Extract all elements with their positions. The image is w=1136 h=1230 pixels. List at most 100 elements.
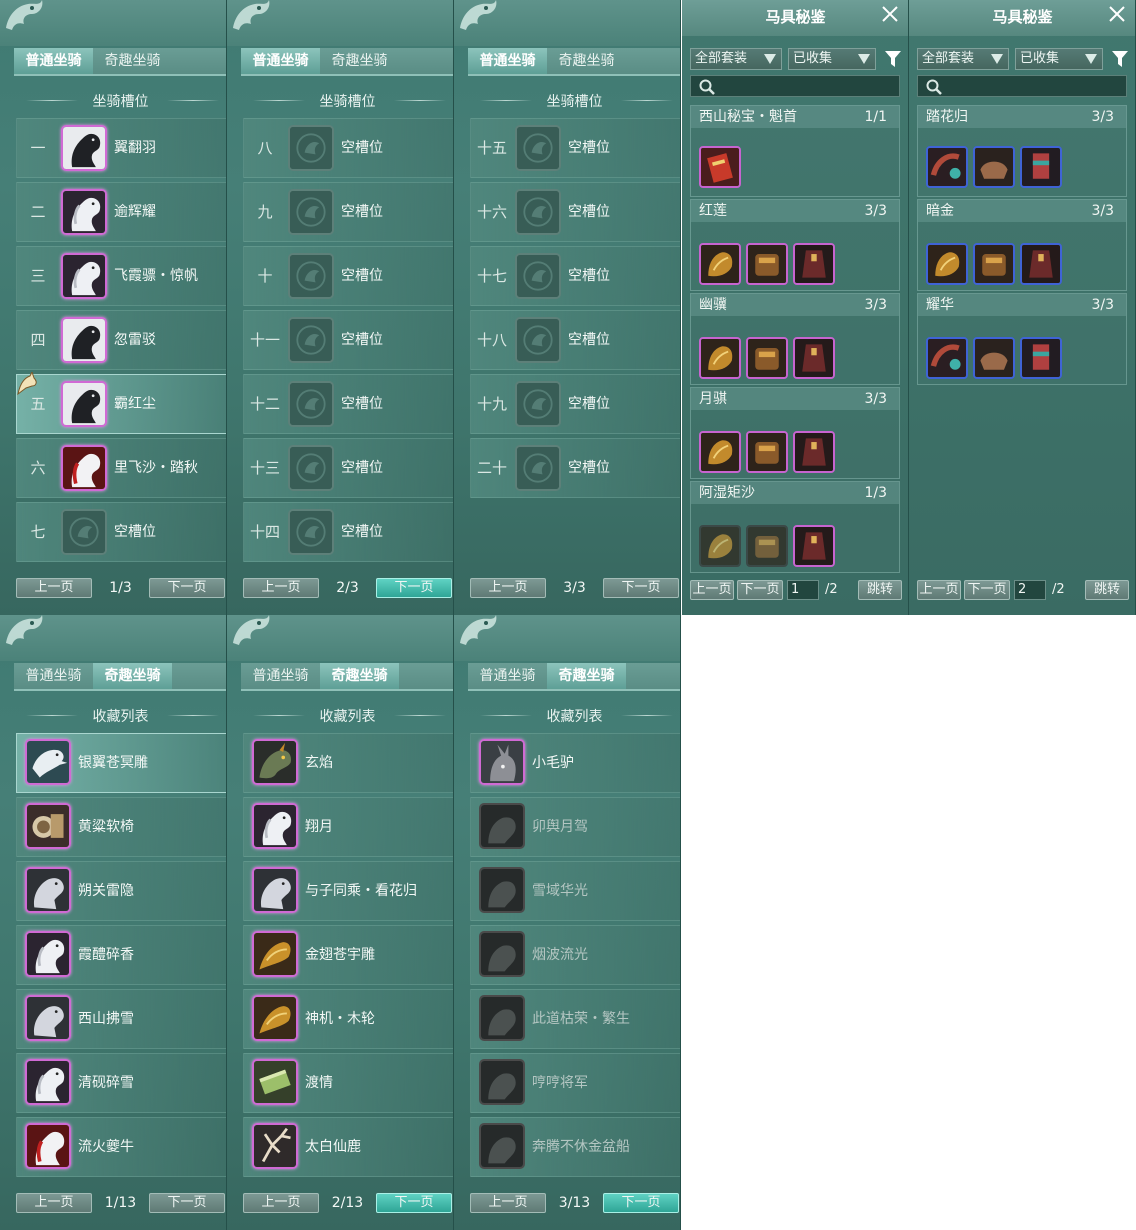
mount-slot-row[interactable]: 十二 空槽位 (243, 374, 453, 434)
jump-button[interactable]: 跳转 (1085, 580, 1129, 600)
collection-row[interactable]: 翔月 (243, 797, 453, 857)
collection-row[interactable]: 哼哼将军 (470, 1053, 680, 1113)
mount-slot-row[interactable]: 七 空槽位 (16, 502, 226, 562)
collection-row[interactable]: 清砚碎雪 (16, 1053, 226, 1113)
collection-row-selected[interactable]: 银翼苍冥雕 (16, 733, 226, 793)
close-icon[interactable] (1107, 4, 1127, 24)
next-page-button[interactable]: 下一页 (603, 578, 679, 598)
saddle-piece-icon[interactable] (699, 243, 741, 285)
mount-slot-row[interactable]: 九 空槽位 (243, 182, 453, 242)
page-number-input[interactable]: 2 (1014, 580, 1046, 600)
mount-slot-row[interactable]: 十七 空槽位 (470, 246, 680, 306)
mount-slot-row[interactable]: 十八 空槽位 (470, 310, 680, 370)
saddle-set-card[interactable]: 幽骥 3/3 (690, 293, 900, 385)
mount-slot-row[interactable]: 二 逾辉耀 (16, 182, 226, 242)
collected-filter-dropdown[interactable]: 已收集 (788, 48, 876, 70)
saddle-piece-icon[interactable] (699, 431, 741, 473)
collection-row[interactable]: 烟波流光 (470, 925, 680, 985)
next-page-button[interactable]: 下一页 (149, 1193, 225, 1213)
mount-slot-row[interactable]: 十九 空槽位 (470, 374, 680, 434)
mount-slot-row-selected[interactable]: 五 霸红尘 (16, 374, 226, 434)
tab-normal-mounts[interactable]: 普通坐骑 (241, 48, 320, 74)
mount-slot-row[interactable]: 十 空槽位 (243, 246, 453, 306)
collection-row[interactable]: 此道枯荣・繁生 (470, 989, 680, 1049)
prev-page-button[interactable]: 上一页 (16, 1193, 92, 1213)
jump-button[interactable]: 跳转 (858, 580, 902, 600)
tab-normal-mounts[interactable]: 普通坐骑 (14, 663, 93, 689)
tab-normal-mounts[interactable]: 普通坐骑 (468, 48, 547, 74)
search-input[interactable] (917, 75, 1127, 97)
collection-row[interactable]: 与子同乘・看花归 (243, 861, 453, 921)
tab-fun-mounts[interactable]: 奇趣坐骑 (320, 663, 399, 689)
prev-page-button[interactable]: 上一页 (470, 1193, 546, 1213)
tab-fun-mounts[interactable]: 奇趣坐骑 (547, 48, 626, 74)
saddle-piece-icon[interactable] (926, 337, 968, 379)
saddle-piece-icon[interactable] (746, 337, 788, 379)
tab-fun-mounts[interactable]: 奇趣坐骑 (547, 663, 626, 689)
tab-fun-mounts[interactable]: 奇趣坐骑 (93, 48, 172, 74)
collection-row[interactable]: 雪域华光 (470, 861, 680, 921)
next-page-button[interactable]: 下一页 (149, 578, 225, 598)
prev-page-button[interactable]: 上一页 (243, 1193, 319, 1213)
saddle-piece-icon[interactable] (1020, 243, 1062, 285)
saddle-set-card[interactable]: 红莲 3/3 (690, 199, 900, 291)
collection-row[interactable]: 渡情 (243, 1053, 453, 1113)
collection-row[interactable]: 玄焰 (243, 733, 453, 793)
collection-row[interactable]: 流火夔牛 (16, 1117, 226, 1177)
next-page-button[interactable]: 下一页 (964, 580, 1010, 600)
mount-slot-row[interactable]: 一 翼翻羽 (16, 118, 226, 178)
collection-row[interactable]: 金翅苍宇雕 (243, 925, 453, 985)
saddle-piece-icon[interactable] (793, 431, 835, 473)
mount-slot-row[interactable]: 十三 空槽位 (243, 438, 453, 498)
saddle-piece-icon[interactable] (1020, 337, 1062, 379)
collected-filter-dropdown[interactable]: 已收集 (1015, 48, 1103, 70)
mount-slot-row[interactable]: 十一 空槽位 (243, 310, 453, 370)
saddle-piece-icon[interactable] (699, 146, 741, 188)
collection-row[interactable]: 霞醴碎香 (16, 925, 226, 985)
mount-slot-row[interactable]: 十四 空槽位 (243, 502, 453, 562)
saddle-piece-icon[interactable] (746, 431, 788, 473)
mount-slot-row[interactable]: 八 空槽位 (243, 118, 453, 178)
close-icon[interactable] (880, 4, 900, 24)
prev-page-button[interactable]: 上一页 (690, 580, 734, 600)
saddle-piece-icon[interactable] (793, 525, 835, 567)
saddle-set-card[interactable]: 西山秘宝・魁首 1/1 (690, 105, 900, 197)
filter-icon[interactable] (1112, 50, 1128, 68)
next-page-button[interactable]: 下一页 (737, 580, 783, 600)
saddle-piece-icon[interactable] (926, 243, 968, 285)
tab-fun-mounts[interactable]: 奇趣坐骑 (320, 48, 399, 74)
collection-row[interactable]: 朔关雷隐 (16, 861, 226, 921)
saddle-piece-icon[interactable] (973, 146, 1015, 188)
mount-slot-row[interactable]: 六 里飞沙・踏秋 (16, 438, 226, 498)
saddle-piece-icon[interactable] (973, 337, 1015, 379)
next-page-button[interactable]: 下一页 (376, 1193, 452, 1213)
prev-page-button[interactable]: 上一页 (470, 578, 546, 598)
tab-normal-mounts[interactable]: 普通坐骑 (468, 663, 547, 689)
saddle-set-card[interactable]: 月骐 3/3 (690, 387, 900, 479)
prev-page-button[interactable]: 上一页 (243, 578, 319, 598)
collection-row[interactable]: 小毛驴 (470, 733, 680, 793)
mount-slot-row[interactable]: 二十 空槽位 (470, 438, 680, 498)
collection-row[interactable]: 神机・木轮 (243, 989, 453, 1049)
mount-slot-row[interactable]: 三 飞霞骠・惊帆 (16, 246, 226, 306)
collection-row[interactable]: 西山拂雪 (16, 989, 226, 1049)
tab-normal-mounts[interactable]: 普通坐骑 (14, 48, 93, 74)
tab-fun-mounts[interactable]: 奇趣坐骑 (93, 663, 172, 689)
saddle-set-card[interactable]: 耀华 3/3 (917, 293, 1127, 385)
mount-slot-row[interactable]: 十六 空槽位 (470, 182, 680, 242)
set-filter-dropdown[interactable]: 全部套装 (917, 48, 1009, 70)
saddle-piece-icon[interactable] (1020, 146, 1062, 188)
saddle-piece-icon[interactable] (793, 337, 835, 379)
saddle-piece-icon[interactable] (699, 525, 741, 567)
mount-slot-row[interactable]: 四 忽雷驳 (16, 310, 226, 370)
next-page-button[interactable]: 下一页 (603, 1193, 679, 1213)
saddle-piece-icon[interactable] (746, 525, 788, 567)
saddle-set-card[interactable]: 阿湿矩沙 1/3 (690, 481, 900, 573)
collection-row[interactable]: 黄粱软椅 (16, 797, 226, 857)
saddle-set-card[interactable]: 踏花归 3/3 (917, 105, 1127, 197)
collection-row[interactable]: 卯舆月驾 (470, 797, 680, 857)
saddle-set-card[interactable]: 暗金 3/3 (917, 199, 1127, 291)
prev-page-button[interactable]: 上一页 (917, 580, 961, 600)
search-input[interactable] (690, 75, 900, 97)
tab-normal-mounts[interactable]: 普通坐骑 (241, 663, 320, 689)
